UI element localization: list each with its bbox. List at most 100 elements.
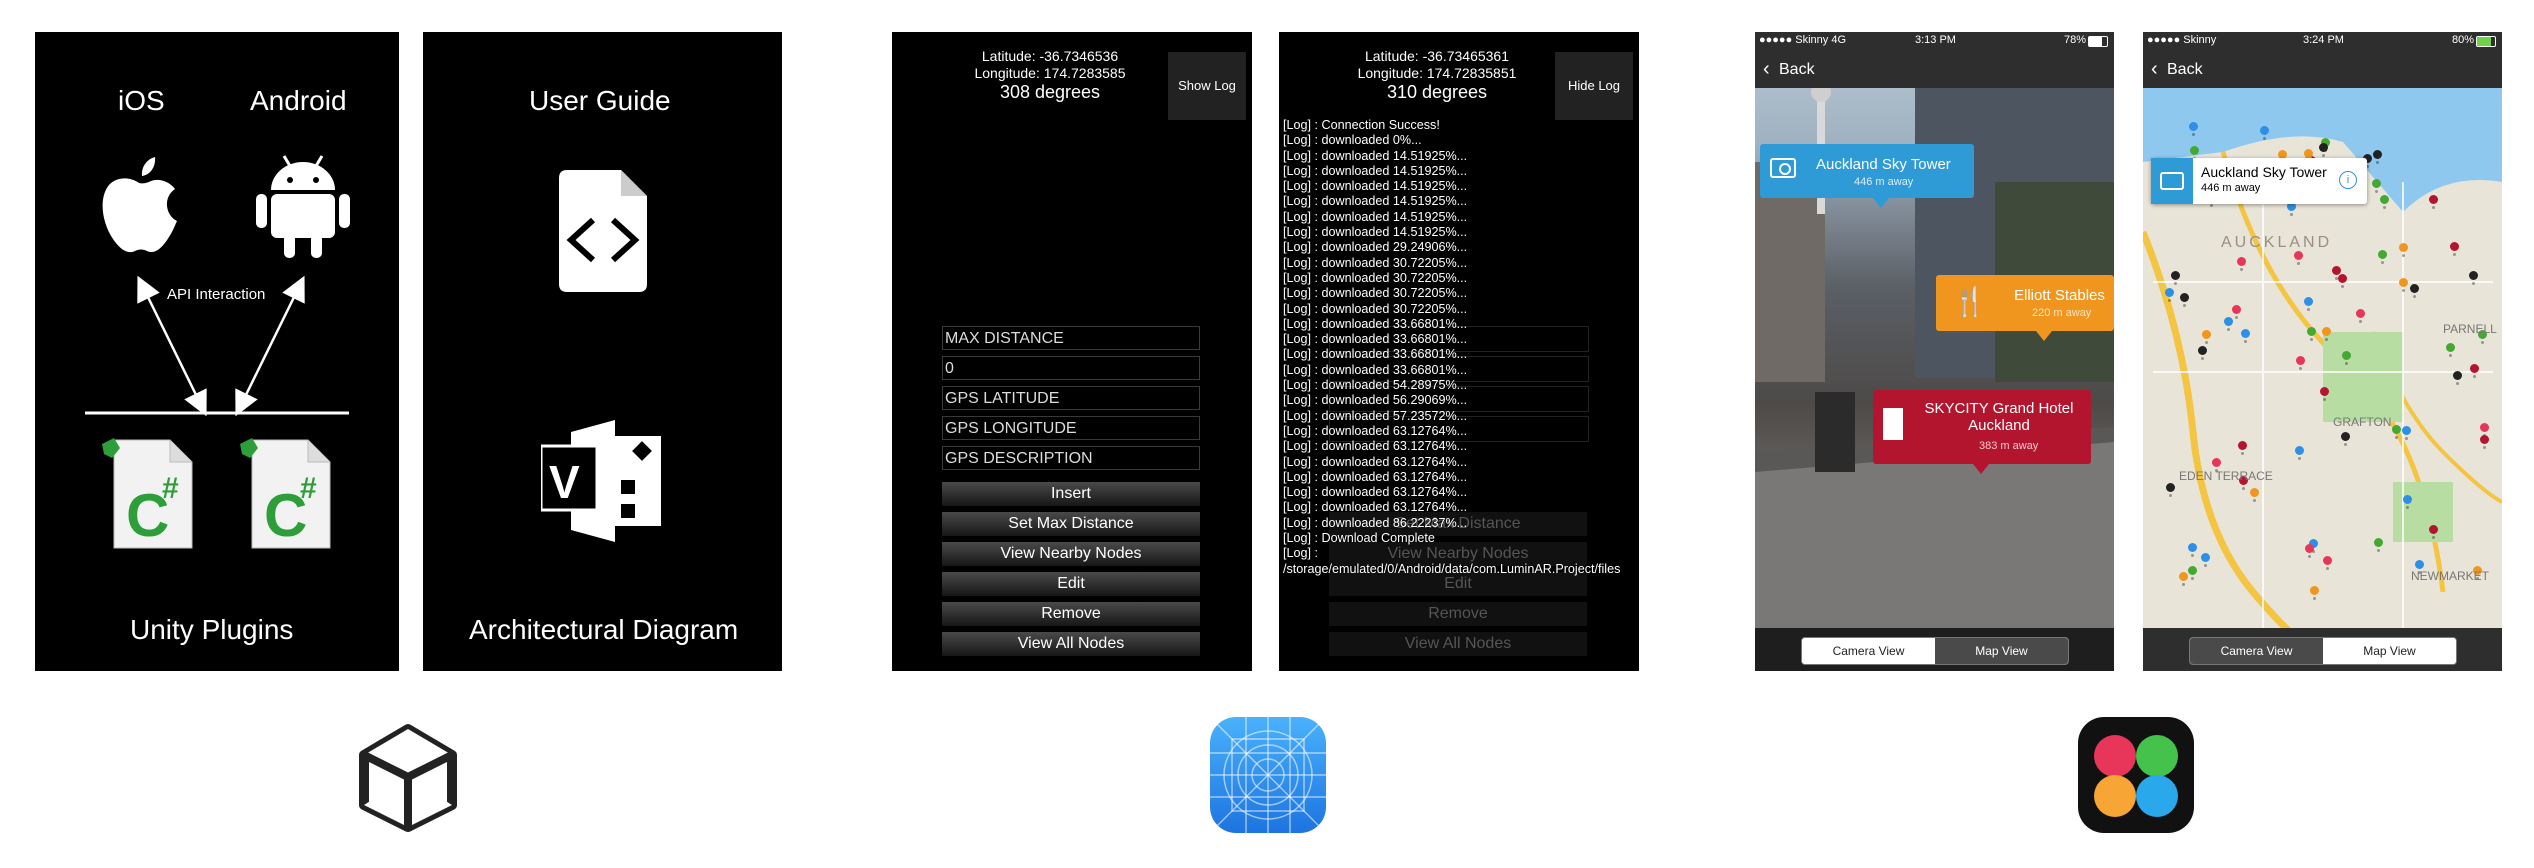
- map-pin-icon[interactable]: [2294, 251, 2304, 261]
- map-pin-icon[interactable]: [2201, 552, 2211, 562]
- back-button[interactable]: Back: [1779, 61, 1815, 79]
- map-pin-icon[interactable]: [2223, 317, 2233, 327]
- map-pin-icon[interactable]: [2449, 241, 2459, 251]
- log-line: [Log] : downloaded 33.66801%...: [1283, 316, 1468, 331]
- info-icon[interactable]: i: [2339, 171, 2357, 189]
- map-pin-icon[interactable]: [2398, 242, 2408, 252]
- distance-value-field[interactable]: 0: [942, 356, 1200, 380]
- game-center-icon[interactable]: [2078, 717, 2194, 833]
- map-pin-icon[interactable]: [2303, 148, 2313, 158]
- map-pin-icon[interactable]: [2170, 270, 2180, 280]
- map-pin-icon[interactable]: [2188, 565, 2198, 575]
- map-pin-icon[interactable]: [2241, 329, 2251, 339]
- remove-button[interactable]: Remove: [942, 602, 1200, 626]
- back-chevron-icon[interactable]: ‹: [1763, 58, 1770, 81]
- map-pin-icon[interactable]: [2428, 194, 2438, 204]
- map-pin-icon[interactable]: [2249, 487, 2259, 497]
- code-file-icon[interactable]: [557, 168, 649, 294]
- view-nearby-nodes-button[interactable]: View Nearby Nodes: [942, 542, 1200, 566]
- insert-button[interactable]: Insert: [942, 482, 1200, 506]
- map-pin-icon[interactable]: [2305, 544, 2315, 554]
- map-pin-icon[interactable]: [2445, 342, 2455, 352]
- map-pin-icon[interactable]: [2188, 542, 2198, 552]
- log-line: [Log] : downloaded 63.12764%...: [1283, 485, 1468, 500]
- callout-pointer: [2036, 331, 2052, 341]
- view-all-nodes-button[interactable]: View All Nodes: [942, 632, 1200, 656]
- map-pin-icon[interactable]: [2479, 423, 2489, 433]
- map-pin-icon[interactable]: [2201, 329, 2211, 339]
- callout-elliott-stables[interactable]: 🍴 Elliott Stables 220 m away: [1936, 275, 2114, 341]
- log-output: [Log] : Connection Success! [Log] : downl…: [1283, 118, 1639, 577]
- map-pin-icon[interactable]: [2319, 386, 2329, 396]
- log-line: [Log] :: [1283, 546, 1319, 561]
- map-pin-icon[interactable]: [2392, 425, 2402, 435]
- map-pin-icon[interactable]: [2309, 585, 2319, 595]
- show-log-button[interactable]: Show Log: [1168, 52, 1246, 120]
- hide-log-button[interactable]: Hide Log: [1555, 52, 1633, 120]
- map-pin-icon[interactable]: [2470, 364, 2480, 374]
- map-callout-sky-tower[interactable]: Auckland Sky Tower 446 m away i: [2151, 158, 2367, 204]
- map-pin-icon[interactable]: [2238, 441, 2248, 451]
- clock-label: 3:13 PM: [1915, 34, 1956, 46]
- map-pin-icon[interactable]: [2479, 434, 2489, 444]
- map-pin-icon[interactable]: [2379, 194, 2389, 204]
- log-line: [Log] : downloaded 30.72205%...: [1283, 270, 1468, 285]
- unity-logo-icon[interactable]: [350, 717, 466, 833]
- back-button[interactable]: Back: [2167, 61, 2203, 79]
- map-pin-icon[interactable]: [2165, 482, 2175, 492]
- tab-camera-view[interactable]: Camera View: [1802, 638, 1935, 664]
- visio-diagram-icon[interactable]: V: [541, 418, 667, 544]
- map-label-eden-terrace: EDEN TERRACE: [2179, 469, 2273, 483]
- map-pin-icon[interactable]: [2374, 538, 2384, 548]
- map-pin-icon[interactable]: [2231, 304, 2241, 314]
- map-pin-icon[interactable]: [2452, 370, 2462, 380]
- map-pin-icon[interactable]: [2342, 350, 2352, 360]
- log-line: [Log] : downloaded 57.23572%...: [1283, 408, 1468, 423]
- building-icon: [1883, 408, 1903, 440]
- map-pin-icon[interactable]: [2189, 145, 2199, 155]
- map-pin-icon[interactable]: [2428, 525, 2438, 535]
- map-pin-icon[interactable]: [2403, 495, 2413, 505]
- map-pin-icon[interactable]: [2303, 296, 2313, 306]
- map-pin-icon[interactable]: [2236, 257, 2246, 267]
- gps-latitude-field[interactable]: GPS LATITUDE: [942, 386, 1200, 410]
- map-pin-icon[interactable]: [2373, 149, 2383, 159]
- map-pin-icon[interactable]: [2468, 271, 2478, 281]
- view-segmented-control[interactable]: Camera View Map View: [1801, 637, 2069, 665]
- map-pin-icon[interactable]: [2319, 143, 2329, 153]
- map-pin-icon[interactable]: [2338, 273, 2348, 283]
- map-pin-icon[interactable]: [2414, 560, 2424, 570]
- map-pin-icon[interactable]: [2179, 572, 2189, 582]
- back-chevron-icon[interactable]: ‹: [2151, 58, 2158, 81]
- map-pin-icon[interactable]: [2321, 327, 2331, 337]
- map-pin-icon[interactable]: [2399, 277, 2409, 287]
- gps-description-field[interactable]: GPS DESCRIPTION: [942, 446, 1200, 470]
- ios-app-blueprint-icon[interactable]: [1210, 717, 1326, 833]
- map-pin-icon[interactable]: [2410, 284, 2420, 294]
- map-pin-icon[interactable]: [2322, 556, 2332, 566]
- view-segmented-control[interactable]: Camera View Map View: [2189, 637, 2457, 665]
- tab-camera-view[interactable]: Camera View: [2190, 638, 2323, 664]
- edit-button[interactable]: Edit: [942, 572, 1200, 596]
- map-pin-icon[interactable]: [2189, 122, 2199, 132]
- map-pin-icon[interactable]: [2165, 288, 2175, 298]
- callout-skycity[interactable]: SKYCITY Grand Hotel Auckland 383 m away: [1873, 390, 2091, 474]
- map-pin-icon[interactable]: [2340, 431, 2350, 441]
- map-pin-icon[interactable]: [2377, 249, 2387, 259]
- map-pin-icon[interactable]: [2402, 425, 2412, 435]
- callout-sky-tower[interactable]: Auckland Sky Tower 446 m away: [1760, 144, 1974, 208]
- map-pin-icon[interactable]: [2197, 346, 2207, 356]
- map-pin-icon[interactable]: [2260, 126, 2270, 136]
- set-max-distance-button[interactable]: Set Max Distance: [942, 512, 1200, 536]
- map-pin-icon[interactable]: [2294, 445, 2304, 455]
- map-pin-icon[interactable]: [2212, 458, 2222, 468]
- tab-map-view[interactable]: Map View: [2323, 638, 2456, 664]
- max-distance-field[interactable]: MAX DISTANCE: [942, 326, 1200, 350]
- map-pin-icon[interactable]: [2307, 327, 2317, 337]
- map-pin-icon[interactable]: [2371, 178, 2381, 188]
- map-pin-icon[interactable]: [2355, 308, 2365, 318]
- map-pin-icon[interactable]: [2296, 355, 2306, 365]
- tab-map-view[interactable]: Map View: [1935, 638, 2068, 664]
- gps-longitude-field[interactable]: GPS LONGITUDE: [942, 416, 1200, 440]
- map-pin-icon[interactable]: [2179, 292, 2189, 302]
